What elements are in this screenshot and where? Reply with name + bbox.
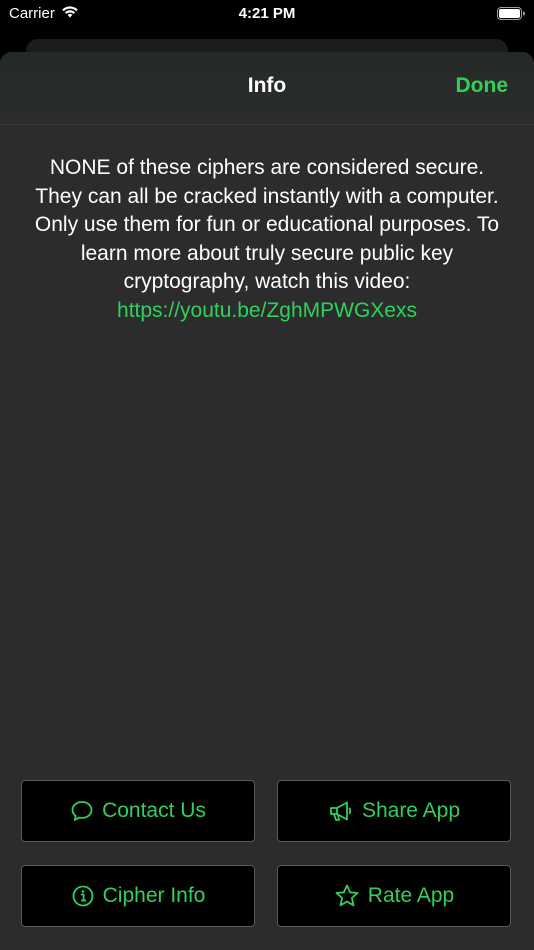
navigation-bar: Info Done xyxy=(0,52,534,125)
contact-us-label: Contact Us xyxy=(102,799,206,822)
video-link[interactable]: https://youtu.be/ZghMPWGXexs xyxy=(30,297,504,326)
speech-bubble-icon xyxy=(70,799,94,823)
done-button[interactable]: Done xyxy=(456,74,509,98)
megaphone-icon xyxy=(328,799,354,823)
share-app-button[interactable]: Share App xyxy=(277,780,511,842)
page-title: Info xyxy=(247,74,287,97)
contact-us-button[interactable]: Contact Us xyxy=(21,780,255,842)
share-app-label: Share App xyxy=(361,799,461,822)
info-circle-icon xyxy=(71,884,95,908)
cipher-info-label: Cipher Info xyxy=(102,884,206,907)
star-icon xyxy=(334,883,360,909)
info-paragraph: NONE of these ciphers are considered sec… xyxy=(34,156,500,293)
rate-app-button[interactable]: Rate App xyxy=(277,865,511,927)
rate-app-label: Rate App xyxy=(367,884,455,907)
info-sheet: Info Done NONE of these ciphers are cons… xyxy=(0,52,534,950)
info-description: NONE of these ciphers are considered sec… xyxy=(30,154,504,325)
status-time: 4:21 PM xyxy=(238,5,296,22)
battery-icon xyxy=(497,7,525,20)
cipher-info-button[interactable]: Cipher Info xyxy=(21,865,255,927)
status-bar: Carrier 4:21 PM xyxy=(0,0,534,30)
